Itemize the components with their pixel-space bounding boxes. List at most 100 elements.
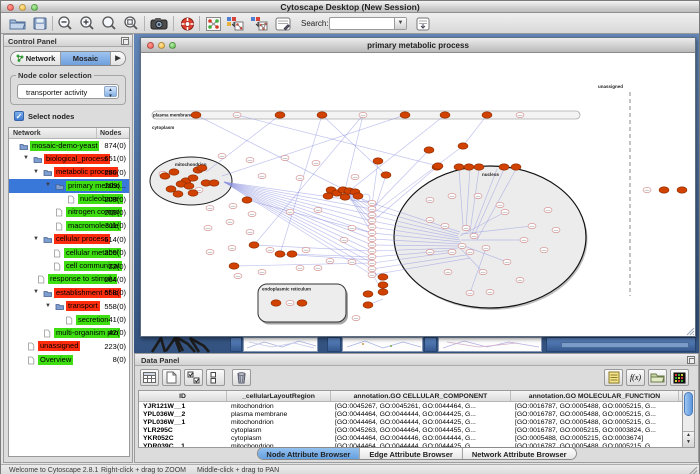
attribute-table-icon[interactable] — [140, 369, 159, 386]
expand-arrow-icon[interactable]: ▼ — [33, 289, 39, 295]
tree-row[interactable]: cell communicat22(0) — [9, 260, 129, 273]
graph-node-selected-orange[interactable] — [297, 300, 307, 306]
graph-node-selected-orange[interactable] — [242, 197, 252, 203]
new-attribute-icon[interactable] — [162, 369, 181, 386]
graph-node-selected-orange[interactable] — [353, 193, 363, 199]
tree-row[interactable]: nucleobase-209(0) — [9, 193, 129, 206]
zoom-fit-icon[interactable] — [121, 15, 141, 32]
tree-col-nodes[interactable]: Nodes — [97, 128, 129, 138]
graph-node-selected-orange[interactable] — [363, 302, 373, 308]
tab-node-attribute-browser[interactable]: Node Attribute Browser — [257, 448, 360, 459]
graph-node-selected-orange[interactable] — [317, 112, 327, 118]
graph-node-selected-orange[interactable] — [197, 165, 207, 171]
expand-arrow-icon[interactable]: ▼ — [33, 169, 39, 175]
graph-node-selected-orange[interactable] — [209, 180, 219, 186]
graph-node-selected-orange[interactable] — [381, 172, 391, 178]
tree-row[interactable]: multi-organism pro42(0) — [9, 326, 129, 339]
tree-row[interactable]: macromolecule311(0) — [9, 219, 129, 232]
tab-edge-attribute-browser[interactable]: Edge Attribute Browser — [360, 448, 462, 459]
graph-node-selected-orange[interactable] — [275, 251, 285, 257]
graph-node-selected-orange[interactable] — [229, 263, 239, 269]
delete-attribute-icon[interactable] — [232, 369, 251, 386]
graph-node-selected-orange[interactable] — [166, 186, 176, 192]
scrollbar-thumb[interactable] — [684, 392, 693, 416]
graph-node-selected-orange[interactable] — [323, 193, 333, 199]
table-row[interactable]: YKR052Ccytoplasm[GO:0044464, GO:0044446,… — [139, 434, 682, 442]
graph-node-selected-orange[interactable] — [440, 112, 450, 118]
graph-node-selected-orange[interactable] — [378, 282, 388, 288]
minimized-window-preview[interactable] — [243, 337, 318, 352]
expand-arrow-icon[interactable]: ▼ — [23, 155, 29, 161]
table-column-header[interactable]: ID — [139, 391, 227, 401]
tree-row[interactable]: ▼transport558(0) — [9, 300, 129, 313]
graph-node-selected-orange[interactable] — [378, 289, 388, 295]
minimized-window-chrome[interactable] — [230, 337, 242, 352]
expand-arrow-icon[interactable]: ▼ — [45, 303, 51, 309]
minimized-window-chrome[interactable] — [327, 337, 341, 352]
tree-row[interactable]: mosaic-demo-yeast874(0) — [9, 139, 129, 152]
import-edge-attributes-icon[interactable] — [249, 15, 269, 32]
import-node-attributes-icon[interactable] — [225, 15, 245, 32]
graph-node-selected-orange[interactable] — [499, 164, 509, 170]
table-row[interactable]: YPL036W__1mitochondrion[GO:0044464, GO:0… — [139, 418, 682, 426]
graph-node-selected-orange[interactable] — [271, 300, 281, 306]
graph-node-selected-orange[interactable] — [340, 194, 350, 200]
attribute-table[interactable]: ID_cellularLayoutRegionannotation.GO CEL… — [138, 390, 683, 448]
tab-network[interactable]: Network — [11, 52, 61, 65]
graph-node-selected-orange[interactable] — [173, 191, 183, 197]
graph-node-selected-orange[interactable] — [474, 164, 484, 170]
table-row[interactable]: YPL036W__2plasma membrane[GO:0044464, GO… — [139, 410, 682, 418]
graph-node-selected-orange[interactable] — [287, 251, 297, 257]
graph-node-selected-orange[interactable] — [424, 147, 434, 153]
tree-row[interactable]: ▼biological_process651(0) — [9, 152, 129, 165]
graph-node-selected-orange[interactable] — [160, 173, 170, 179]
tree-row[interactable]: secretion41(0) — [9, 313, 129, 326]
node-color-dropdown[interactable]: transporter activity ▲▼ — [17, 84, 119, 99]
window-resize-grip[interactable] — [686, 327, 695, 336]
tree-row[interactable]: ▼establishment of lo558(0) — [9, 286, 129, 299]
graph-node-selected-orange[interactable] — [188, 190, 198, 196]
expand-arrow-icon[interactable]: ▼ — [45, 182, 51, 188]
tree-row[interactable]: ▼primary metabo209(... — [9, 179, 129, 192]
graph-node-selected-orange[interactable] — [659, 187, 669, 193]
graph-node-selected-orange[interactable] — [454, 164, 464, 170]
save-icon[interactable] — [30, 15, 50, 32]
annotation-form-icon[interactable] — [273, 15, 293, 32]
graph-node-selected-orange[interactable] — [275, 112, 285, 118]
table-row[interactable]: YJR121W__1mitochondrion[GO:0045267, GO:0… — [139, 402, 682, 410]
search-input[interactable]: ▼ — [329, 17, 407, 30]
tree-row[interactable]: response to stimulu264(0) — [9, 273, 129, 286]
graph-node-selected-orange[interactable] — [378, 274, 388, 280]
app-resize-grip[interactable] — [688, 466, 698, 474]
zoom-out-icon[interactable] — [55, 15, 75, 32]
import-attributes-icon[interactable] — [648, 369, 667, 386]
network-window-titlebar[interactable]: primary metabolic process — [141, 38, 695, 53]
formula-icon[interactable]: f(x) — [626, 369, 645, 386]
tab-network-attribute-browser[interactable]: Network Attribute Browser — [463, 448, 576, 459]
minimized-window-preview[interactable] — [342, 337, 423, 352]
zoom-selected-icon[interactable] — [99, 15, 119, 32]
graph-node-selected-orange[interactable] — [373, 158, 383, 164]
network-canvas[interactable]: plasma membranecytoplasmmitochondrionnuc… — [141, 53, 695, 336]
graph-node-selected-orange[interactable] — [184, 183, 194, 189]
minimized-window-preview[interactable] — [438, 337, 542, 352]
minimized-window-chrome[interactable] — [546, 337, 696, 352]
tree-row[interactable]: unassigned223(0) — [9, 340, 129, 353]
open-folder-icon[interactable] — [7, 15, 27, 32]
table-scrollbar[interactable]: ▲▼ — [682, 390, 695, 448]
select-all-attributes-icon[interactable] — [184, 369, 203, 386]
more-tabs-button[interactable]: ▶ — [111, 52, 125, 65]
graph-node-selected-orange[interactable] — [433, 163, 443, 169]
graph-node-selected-orange[interactable] — [400, 112, 410, 118]
expand-arrow-icon[interactable]: ▼ — [33, 236, 39, 242]
graph-node-selected-orange[interactable] — [458, 143, 468, 149]
network-view-icon[interactable] — [203, 15, 223, 32]
graph-node-selected-orange[interactable] — [677, 187, 687, 193]
tree-row[interactable]: Overview8(0) — [9, 353, 129, 366]
graph-node-selected-orange[interactable] — [191, 112, 201, 118]
tree-row[interactable]: nitrogen compo209(0) — [9, 206, 129, 219]
graph-node-selected-orange[interactable] — [511, 164, 521, 170]
graph-node-selected-orange[interactable] — [482, 112, 492, 118]
float-panel-icon[interactable] — [687, 356, 695, 364]
graph-node-selected-orange[interactable] — [169, 169, 179, 175]
